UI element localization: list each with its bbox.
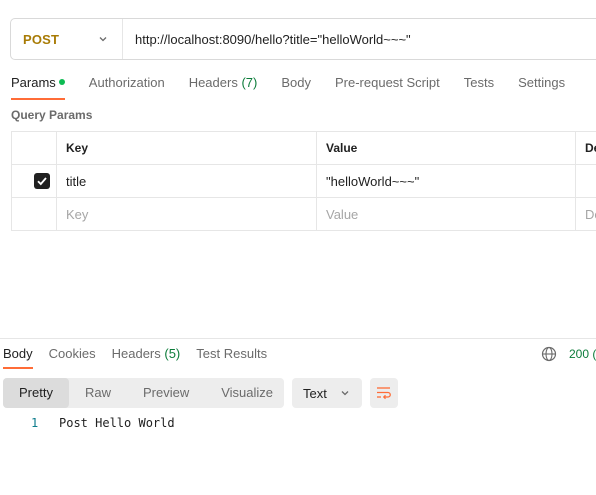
tab-body-label: Body	[281, 75, 311, 90]
tab-tests-label: Tests	[463, 75, 495, 90]
chevron-down-icon	[341, 391, 349, 396]
tab-body[interactable]: Body	[281, 74, 311, 100]
tab-tests[interactable]: Tests	[464, 74, 494, 100]
view-mode-visualize[interactable]: Visualize	[205, 378, 289, 408]
column-description: De	[575, 131, 596, 165]
response-tab-body[interactable]: Body	[3, 345, 33, 369]
response-tab-headers[interactable]: Headers (5)	[112, 345, 181, 369]
request-url-bar: POST http://localhost:8090/hello?title="…	[10, 18, 596, 60]
tab-settings[interactable]: Settings	[518, 74, 565, 100]
wrap-lines-icon	[377, 387, 391, 400]
empty-checkbox-cell	[11, 197, 57, 231]
view-mode-selector: Pretty Raw Preview Visualize	[3, 378, 284, 408]
line-number: 1	[31, 416, 39, 430]
table-row-empty: Key Value De	[11, 197, 596, 231]
tab-settings-label: Settings	[518, 75, 566, 90]
tab-params[interactable]: Params	[11, 74, 65, 100]
response-headers-count: (5)	[164, 346, 181, 361]
response-body-line: 1 Post Hello World	[31, 416, 175, 430]
params-active-dot	[58, 79, 65, 85]
table-row: title "helloWorld~~~"	[11, 164, 596, 198]
response-tab-body-label: Body	[3, 346, 33, 361]
column-checkbox	[11, 131, 57, 165]
row-checkbox-cell	[11, 164, 57, 198]
query-params-title: Query Params	[11, 108, 93, 122]
tab-pre-request-script[interactable]: Pre-request Script	[335, 74, 440, 100]
response-status[interactable]: 200 (	[569, 347, 596, 361]
param-key-cell[interactable]: title	[56, 164, 317, 198]
tab-authorization-label: Authorization	[88, 75, 165, 90]
url-input[interactable]: http://localhost:8090/hello?title="hello…	[123, 32, 411, 47]
response-tab-cookies-label: Cookies	[48, 346, 96, 361]
query-params-table: Key Value De title "helloWorld~~~" Key V…	[11, 131, 596, 231]
response-tab-test-results-label: Test Results	[196, 346, 268, 361]
view-mode-pretty[interactable]: Pretty	[3, 378, 69, 408]
view-mode-preview[interactable]: Preview	[127, 378, 205, 408]
new-description-input[interactable]: De	[575, 197, 596, 231]
tab-pre-request-label: Pre-request Script	[334, 75, 440, 90]
param-value-cell[interactable]: "helloWorld~~~"	[316, 164, 576, 198]
view-mode-raw[interactable]: Raw	[69, 378, 127, 408]
globe-icon[interactable]	[541, 346, 557, 362]
response-tab-cookies[interactable]: Cookies	[49, 345, 96, 369]
request-tabs: Params Authorization Headers (7) Body Pr…	[11, 74, 589, 100]
method-label: POST	[23, 31, 60, 47]
wrap-lines-button[interactable]	[370, 378, 398, 408]
line-text: Post Hello World	[59, 416, 175, 430]
response-tab-test-results[interactable]: Test Results	[196, 345, 267, 369]
column-key: Key	[56, 131, 317, 165]
response-divider	[0, 338, 596, 339]
format-label: Text	[303, 385, 327, 401]
tab-headers-label: Headers	[188, 75, 238, 90]
chevron-down-icon	[99, 37, 107, 42]
tab-headers[interactable]: Headers (7)	[189, 74, 258, 100]
column-value: Value	[316, 131, 576, 165]
new-key-input[interactable]: Key	[56, 197, 317, 231]
method-selector[interactable]: POST	[11, 19, 123, 59]
new-value-input[interactable]: Value	[316, 197, 576, 231]
checkmark-icon	[37, 177, 47, 186]
tab-params-label: Params	[11, 75, 56, 90]
tab-headers-count: (7)	[241, 75, 258, 90]
table-header-row: Key Value De	[11, 131, 596, 165]
format-dropdown[interactable]: Text	[292, 378, 362, 408]
param-description-cell[interactable]	[575, 164, 596, 198]
param-checkbox[interactable]	[34, 173, 50, 189]
response-tabs: Body Cookies Headers (5) Test Results	[3, 345, 283, 369]
tab-authorization[interactable]: Authorization	[89, 74, 165, 100]
response-tab-headers-label: Headers	[111, 346, 161, 361]
